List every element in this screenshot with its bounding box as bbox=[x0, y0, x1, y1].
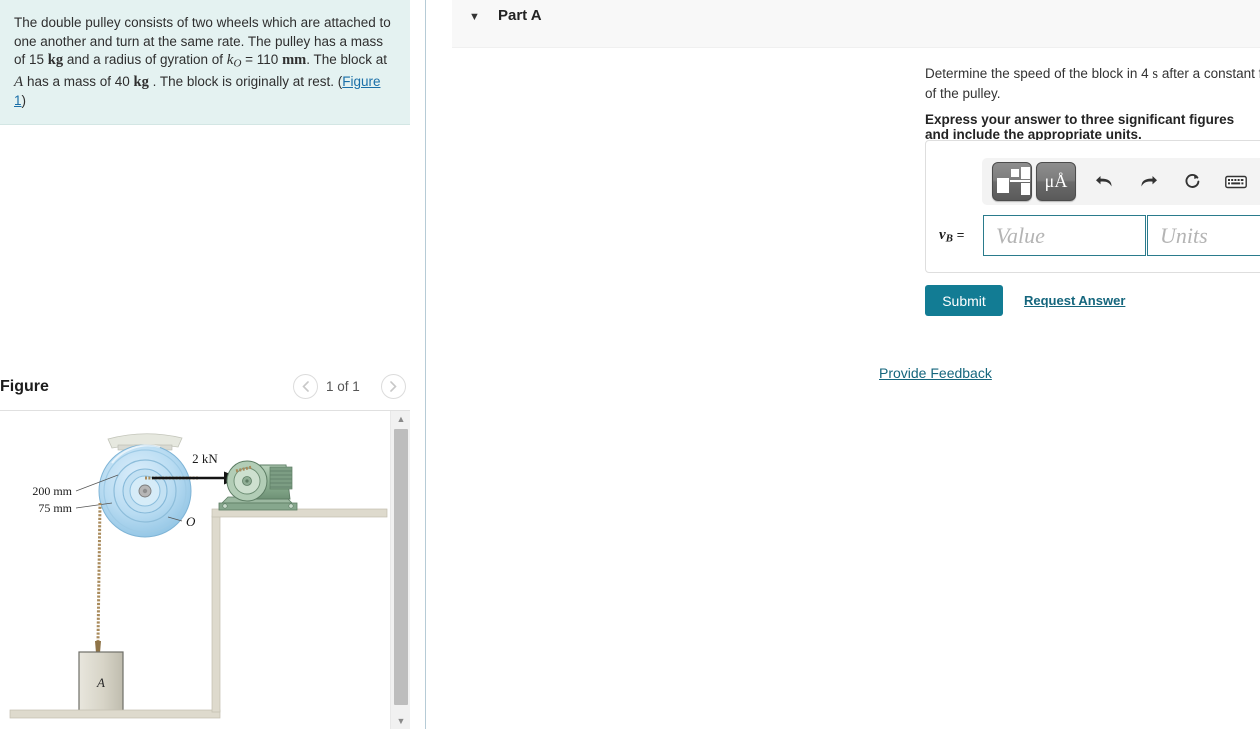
refresh-circle-glyph bbox=[1185, 174, 1199, 188]
figure-pane: 2 kN 200 mm 75 mm O A ▲ ▼ bbox=[0, 411, 410, 729]
motor-base-plate bbox=[218, 502, 298, 511]
ko-equals-value: = 110 bbox=[245, 52, 279, 68]
outer-radius-label: 200 mm bbox=[32, 484, 72, 498]
submit-button[interactable]: Submit bbox=[925, 285, 1003, 316]
question-part-a: Determine the speed of the block in 4 bbox=[925, 66, 1149, 81]
scrollbar-thumb[interactable] bbox=[394, 429, 408, 705]
answer-input-container: μÅ vB = Value Units bbox=[925, 140, 1260, 273]
motor-drum-center bbox=[245, 479, 249, 483]
math-template-button[interactable] bbox=[992, 162, 1032, 201]
pulley-axle-center bbox=[142, 488, 148, 494]
unit-seconds: s bbox=[1152, 66, 1159, 82]
question-text: Determine the speed of the block in 4 s … bbox=[925, 64, 1260, 103]
chevron-right-icon bbox=[390, 381, 397, 392]
variable-block-a: A bbox=[14, 74, 24, 91]
template-square-large bbox=[997, 178, 1009, 193]
problem-statement-box: The double pulley consists of two wheels… bbox=[0, 0, 410, 125]
figure-header: Figure 1 of 1 bbox=[0, 368, 410, 411]
scroll-up-icon[interactable]: ▲ bbox=[391, 411, 410, 427]
equals-sign: = bbox=[956, 227, 965, 242]
inner-radius-label: 75 mm bbox=[38, 501, 72, 515]
chevron-left-icon bbox=[302, 381, 309, 392]
problem-statement-text: The double pulley consists of two wheels… bbox=[14, 14, 394, 110]
request-answer-link[interactable]: Request Answer bbox=[1024, 293, 1125, 308]
rope-to-block bbox=[96, 502, 102, 642]
problem-line-4a: . The block at bbox=[306, 52, 388, 68]
units-input[interactable]: Units bbox=[1147, 215, 1260, 256]
template-fraction-bar bbox=[1010, 180, 1030, 182]
answer-instruction: Express your answer to three significant… bbox=[925, 112, 1235, 142]
keyboard-glyph bbox=[1225, 175, 1247, 188]
problem-line-4c: . The bbox=[152, 74, 184, 90]
variable-v-subscript: B bbox=[945, 232, 954, 245]
unit-input-button[interactable]: μÅ bbox=[1036, 162, 1076, 201]
figure-next-button[interactable] bbox=[381, 374, 406, 399]
part-a-title: Part A bbox=[498, 7, 542, 24]
answer-variable-label: vB = bbox=[939, 227, 964, 244]
unit-mm: mm bbox=[282, 52, 307, 69]
force-label: 2 kN bbox=[192, 451, 218, 466]
pulley-diagram: 2 kN 200 mm 75 mm O A bbox=[9, 433, 388, 719]
wall-column bbox=[211, 515, 221, 713]
ground-floor bbox=[9, 709, 221, 719]
figure-prev-button[interactable] bbox=[293, 374, 318, 399]
motor-bolt-left bbox=[222, 503, 228, 509]
provide-feedback-link[interactable]: Provide Feedback bbox=[879, 365, 992, 381]
template-square-top bbox=[1021, 167, 1030, 179]
template-square-small bbox=[1011, 169, 1019, 177]
motor-bolt-right bbox=[288, 503, 294, 509]
figure-scrollbar[interactable]: ▲ ▼ bbox=[390, 411, 410, 729]
variable-ko-subscript: O bbox=[233, 57, 242, 70]
problem-line-3b: and a radius of gyration of bbox=[66, 52, 223, 68]
undo-icon[interactable] bbox=[1086, 162, 1122, 201]
motor-fins bbox=[269, 466, 293, 490]
reset-icon[interactable] bbox=[1174, 162, 1210, 201]
unit-kg-block: kg bbox=[133, 74, 149, 91]
undo-arrow-glyph bbox=[1095, 176, 1112, 187]
redo-icon[interactable] bbox=[1130, 162, 1166, 201]
problem-line-4b: has a mass of 40 bbox=[26, 74, 130, 90]
unit-kg-pulley: kg bbox=[47, 52, 64, 69]
problem-line-5: block is originally at rest. ( bbox=[186, 74, 343, 90]
figure-counter: 1 of 1 bbox=[326, 379, 360, 394]
scroll-down-icon[interactable]: ▼ bbox=[391, 713, 410, 729]
part-a-header[interactable] bbox=[452, 0, 1260, 48]
problem-line-5-close: ) bbox=[21, 92, 27, 108]
math-toolbar: μÅ bbox=[982, 158, 1260, 205]
block-a-label: A bbox=[96, 675, 105, 690]
left-pane: The double pulley consists of two wheels… bbox=[0, 0, 410, 729]
variable-v: v bbox=[939, 227, 946, 243]
collapse-caret-icon[interactable]: ▼ bbox=[469, 11, 480, 23]
rope-hook bbox=[95, 641, 101, 653]
right-pane: ▼ Part A Determine the speed of the bloc… bbox=[426, 0, 1260, 729]
center-point-label: O bbox=[186, 514, 196, 529]
keyboard-icon[interactable] bbox=[1218, 162, 1254, 201]
problem-line-1: The double pulley consists of two wheels… bbox=[14, 15, 321, 30]
unit-button-label: μÅ bbox=[1044, 171, 1068, 191]
value-input[interactable]: Value bbox=[983, 215, 1146, 256]
figure-title: Figure bbox=[0, 378, 49, 395]
question-part-b: after a constant force of 2 bbox=[1161, 66, 1260, 81]
redo-arrow-glyph bbox=[1140, 176, 1157, 187]
template-square-bottom bbox=[1021, 183, 1030, 195]
